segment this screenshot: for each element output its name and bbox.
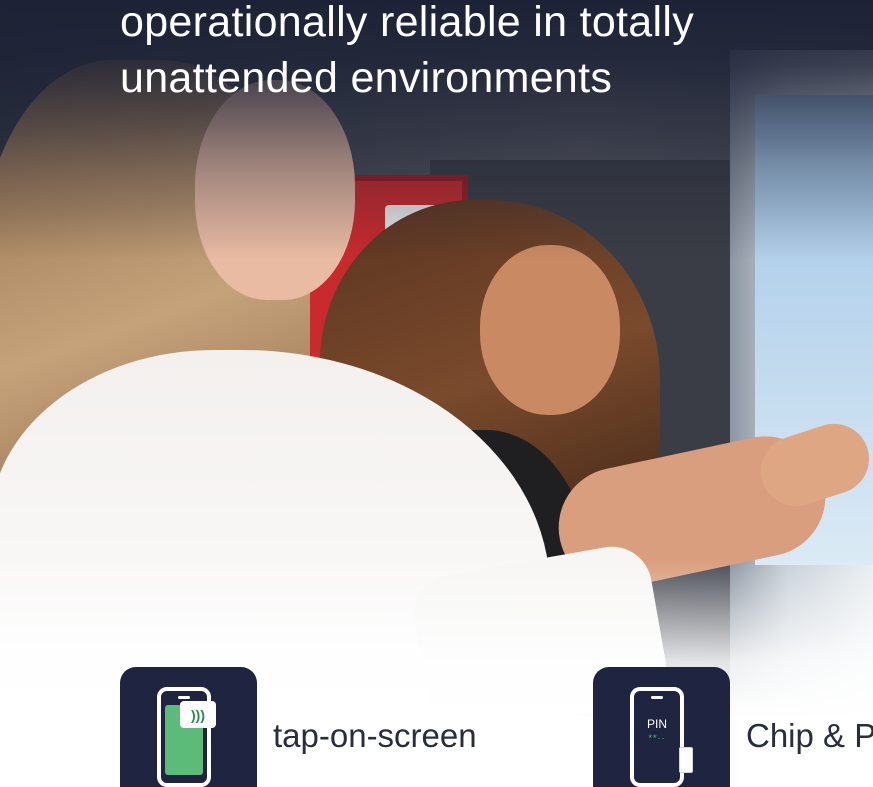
contactless-icon: ))) bbox=[180, 701, 216, 728]
phone-notch bbox=[178, 696, 190, 699]
phone-nfc-icon: ))) bbox=[120, 667, 257, 787]
phone-notch bbox=[651, 696, 663, 699]
page-headline: operationally reliable in totally unatte… bbox=[120, 0, 694, 106]
feature-tap-on-screen: ))) tap-on-screen bbox=[120, 667, 477, 787]
feature-label: tap-on-screen bbox=[273, 717, 477, 754]
feature-chip-and-pin: PIN **·· Chip & PI bbox=[593, 667, 873, 787]
person-right-face bbox=[480, 245, 620, 415]
headline-line-1: operationally reliable in totally bbox=[120, 0, 695, 46]
card-reader-icon bbox=[679, 747, 693, 773]
phone-pin-icon: PIN **·· bbox=[593, 667, 730, 787]
phone-screen: PIN **·· bbox=[638, 705, 676, 775]
smartphone-icon: PIN **·· bbox=[630, 687, 684, 787]
feature-label: Chip & PI bbox=[746, 717, 873, 754]
pin-stars: **·· bbox=[648, 733, 666, 743]
headline-line-2: unattended environments bbox=[120, 54, 613, 102]
pin-text: PIN bbox=[646, 717, 667, 731]
